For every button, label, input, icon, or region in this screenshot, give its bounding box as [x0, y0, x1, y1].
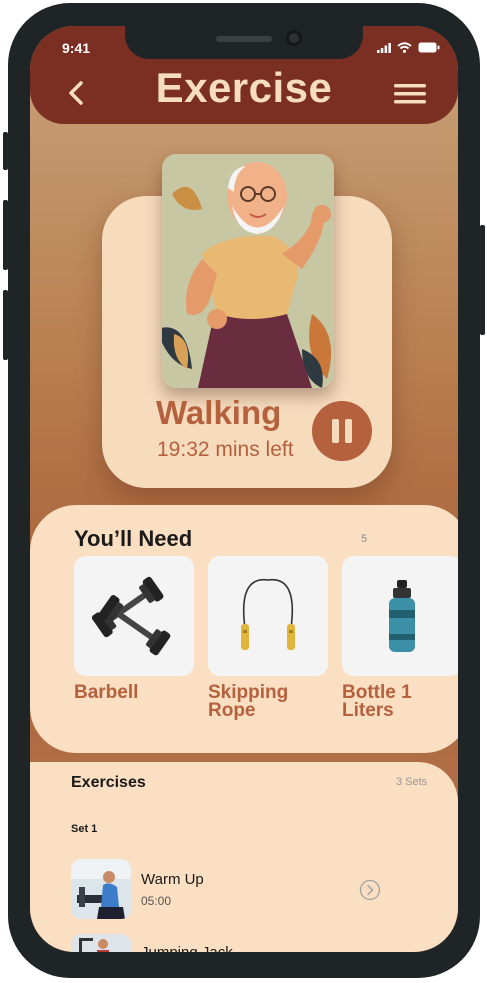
- equipment-label-bottle: Bottle 1 Liters: [342, 682, 412, 721]
- set-label: Set 1: [71, 823, 98, 835]
- warm-up-thumbnail[interactable]: [71, 859, 131, 919]
- equipment-label-skipping-rope: Skipping Rope: [208, 682, 289, 721]
- power-button: [480, 225, 485, 335]
- back-icon[interactable]: [68, 81, 84, 105]
- chevron-right-icon[interactable]: [359, 879, 381, 901]
- exercises-title: Exercises: [71, 774, 146, 791]
- activity-time-left: 19:32 mins left: [157, 438, 294, 461]
- notch: [125, 26, 363, 59]
- app-screen: 9:41 Exercise Walking 19:32 mins left Yo…: [30, 26, 458, 952]
- mute-switch: [3, 132, 8, 170]
- battery-icon: [418, 42, 440, 53]
- equipment-item-bottle[interactable]: [342, 556, 458, 676]
- water-bottle-icon: [389, 580, 415, 652]
- jump-rope-icon: [241, 579, 295, 650]
- wifi-icon: [397, 42, 412, 53]
- volume-up-button: [3, 200, 8, 270]
- equipment-item-skipping-rope[interactable]: [208, 556, 328, 676]
- pause-icon: [332, 419, 339, 443]
- front-camera: [286, 30, 302, 46]
- signal-icon: [377, 42, 391, 53]
- pause-button[interactable]: [312, 401, 372, 461]
- equipment-item-barbell[interactable]: [74, 556, 194, 676]
- jumping-jack-thumbnail[interactable]: [71, 934, 131, 952]
- exercises-sets-count: 3 Sets: [396, 776, 428, 788]
- speaker: [216, 36, 272, 42]
- equipment-label-barbell: Barbell: [74, 682, 139, 703]
- status-icons: [377, 42, 440, 53]
- dumbbells-icon: [91, 576, 171, 656]
- activity-name: Walking: [156, 394, 282, 431]
- menu-icon[interactable]: [394, 83, 426, 105]
- exercise-time: 05:00: [141, 894, 172, 908]
- equipment-count: 5: [361, 533, 368, 545]
- equipment-title: You’ll Need: [74, 526, 193, 551]
- volume-down-button: [3, 290, 8, 360]
- exercise-name: Warm Up: [141, 871, 204, 888]
- exercise-name: Jumping Jack: [141, 944, 233, 952]
- status-time: 9:41: [62, 40, 91, 56]
- pause-icon-bar: [345, 419, 352, 443]
- walking-illustration: [162, 154, 334, 388]
